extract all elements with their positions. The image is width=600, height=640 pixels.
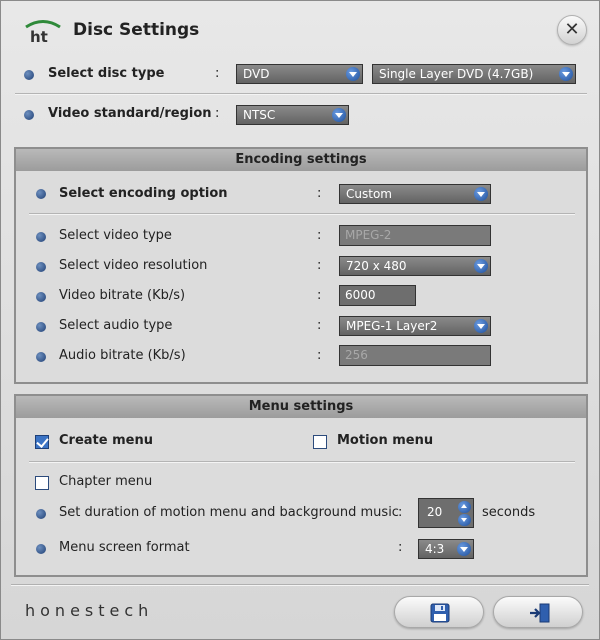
colon: : <box>215 106 220 121</box>
bullet-icon <box>36 544 46 554</box>
video-bitrate-input[interactable]: 6000 <box>339 285 416 306</box>
disc-settings-window: ht Disc Settings ✕ Select disc type : DV… <box>0 0 600 640</box>
chapter-menu-checkbox[interactable] <box>35 476 49 490</box>
divider <box>15 93 587 95</box>
bullet-icon <box>36 322 46 332</box>
bullet-icon <box>24 70 34 80</box>
encoding-option-value: Custom <box>346 187 392 201</box>
duration-label: Set duration of motion menu and backgrou… <box>59 505 399 520</box>
bullet-icon <box>36 262 46 272</box>
chevron-down-icon <box>474 259 488 273</box>
window-title: Disc Settings <box>73 20 200 40</box>
exit-door-icon <box>530 603 550 623</box>
colon: : <box>317 258 322 273</box>
duration-unit: seconds <box>482 505 536 520</box>
chevron-down-icon <box>474 187 488 201</box>
save-button[interactable] <box>394 596 484 628</box>
video-resolution-value: 720 x 480 <box>346 259 407 273</box>
region-select[interactable]: NTSC <box>236 105 349 125</box>
menu-settings-header: Menu settings <box>16 396 586 418</box>
create-menu-label: Create menu <box>59 433 153 448</box>
encoding-settings-header: Encoding settings <box>16 149 586 171</box>
colon: : <box>317 288 322 303</box>
audio-type-select[interactable]: MPEG-1 Layer2 <box>339 316 491 336</box>
divider <box>29 461 575 463</box>
audio-bitrate-label: Audio bitrate (Kb/s) <box>59 348 186 363</box>
create-menu-checkbox[interactable] <box>35 435 49 449</box>
region-value: NTSC <box>243 108 276 122</box>
audio-bitrate-field: 256 <box>339 345 491 366</box>
video-bitrate-label: Video bitrate (Kb/s) <box>59 288 186 303</box>
video-resolution-label: Select video resolution <box>59 258 208 273</box>
duration-stepper[interactable]: 20 <box>418 498 474 528</box>
close-icon: ✕ <box>564 19 580 40</box>
chevron-down-icon <box>457 542 471 556</box>
video-type-field: MPEG-2 <box>339 225 491 246</box>
bullet-icon <box>36 352 46 362</box>
region-label: Video standard/region <box>48 106 212 121</box>
close-button[interactable]: ✕ <box>557 15 587 45</box>
ht-logo-icon: ht <box>25 20 61 44</box>
decrement-icon[interactable] <box>458 514 471 526</box>
chevron-down-icon <box>346 67 360 81</box>
disc-type-value: DVD <box>243 67 270 81</box>
motion-menu-label: Motion menu <box>337 433 434 448</box>
bullet-icon <box>24 110 34 120</box>
video-resolution-select[interactable]: 720 x 480 <box>339 256 491 276</box>
colon: : <box>317 318 322 333</box>
colon: : <box>398 505 403 520</box>
brand-logo: honestech <box>25 601 154 620</box>
colon: : <box>317 228 322 243</box>
bullet-icon <box>36 292 46 302</box>
audio-type-label: Select audio type <box>59 318 173 333</box>
disc-type-label: Select disc type <box>48 66 165 81</box>
screen-format-value: 4:3 <box>425 542 445 556</box>
increment-icon[interactable] <box>458 501 471 513</box>
floppy-disk-icon <box>430 603 450 623</box>
svg-text:ht: ht <box>30 28 48 44</box>
chevron-down-icon <box>332 108 346 122</box>
chapter-menu-label: Chapter menu <box>59 474 153 489</box>
encoding-option-label: Select encoding option <box>59 186 228 201</box>
colon: : <box>317 186 322 201</box>
encoding-option-select[interactable]: Custom <box>339 184 491 204</box>
chevron-down-icon <box>474 319 488 333</box>
bullet-icon <box>36 189 46 199</box>
colon: : <box>317 348 322 363</box>
audio-type-value: MPEG-1 Layer2 <box>346 319 438 333</box>
colon: : <box>215 66 220 81</box>
disc-type-select[interactable]: DVD <box>236 64 363 84</box>
bullet-icon <box>36 232 46 242</box>
motion-menu-checkbox[interactable] <box>313 435 327 449</box>
bullet-icon <box>36 509 46 519</box>
title-bar: ht Disc Settings ✕ <box>1 1 599 57</box>
disc-layer-select[interactable]: Single Layer DVD (4.7GB) <box>372 64 576 84</box>
disc-layer-value: Single Layer DVD (4.7GB) <box>379 67 534 81</box>
duration-value: 20 <box>427 505 443 519</box>
exit-button[interactable] <box>493 596 583 628</box>
colon: : <box>398 540 403 555</box>
divider <box>29 213 575 215</box>
screen-format-select[interactable]: 4:3 <box>418 539 474 559</box>
screen-format-label: Menu screen format <box>59 540 190 555</box>
chevron-down-icon <box>559 67 573 81</box>
video-type-label: Select video type <box>59 228 172 243</box>
footer-divider <box>11 584 589 586</box>
